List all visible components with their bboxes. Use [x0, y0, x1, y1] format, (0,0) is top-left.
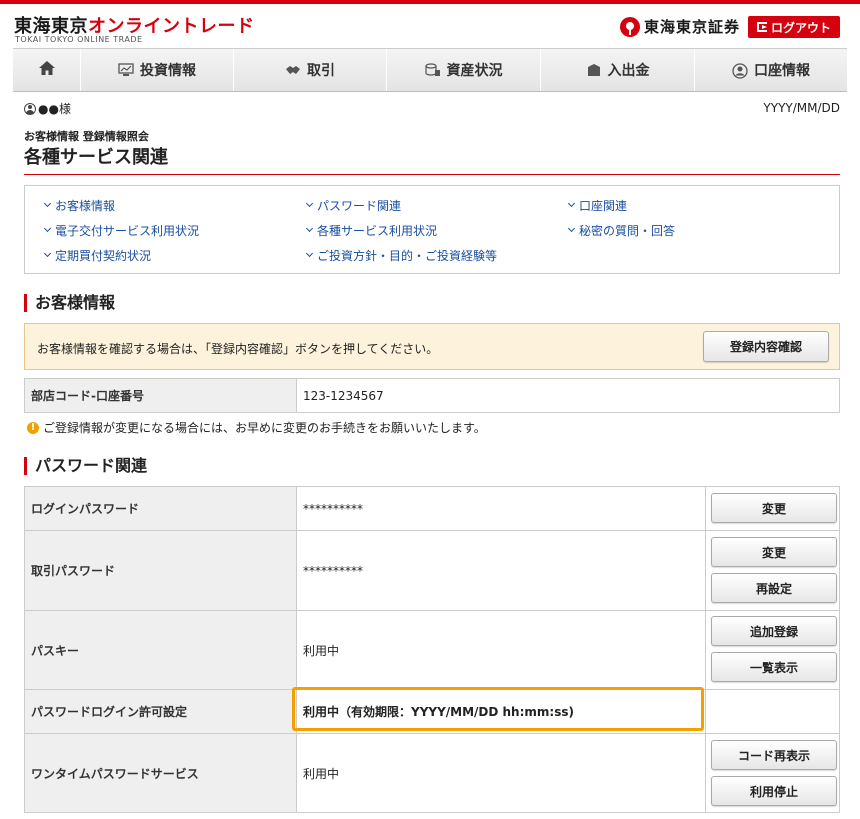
anchor-link-box: お客様情報 パスワード関連 口座関連 電子交付サービス利用状況 各種サービス利用…	[24, 185, 840, 274]
link-customer-info[interactable]: お客様情報	[44, 197, 115, 214]
nav-assets[interactable]: 資産状況	[387, 49, 541, 91]
table-row: 取引パスワード ********** 変更 再設定	[24, 530, 840, 610]
current-date: YYYY/MM/DD	[763, 101, 840, 115]
main-nav: 投資情報 取引 資産状況 入出金 口座情報	[13, 48, 847, 92]
chevron-down-icon	[306, 226, 314, 234]
chevron-down-icon	[44, 251, 52, 259]
notice-box: お客様情報を確認する場合は、「登録内容確認」ボタンを押してください。 登録内容確…	[24, 323, 840, 370]
chevron-down-icon	[568, 201, 576, 209]
nav-home[interactable]	[13, 49, 81, 91]
chart-monitor-icon	[118, 63, 134, 77]
account-table: 部店コード-口座番号 123-1234567	[24, 378, 840, 413]
chevron-down-icon	[44, 201, 52, 209]
page-title: 各種サービス関連	[24, 147, 168, 168]
passkey-add-button[interactable]: 追加登録	[711, 616, 837, 646]
chevron-down-icon	[568, 226, 576, 234]
passkey-list-button[interactable]: 一覧表示	[711, 652, 837, 682]
login-password-change-button[interactable]: 変更	[711, 493, 837, 523]
nav-deposit-withdrawal[interactable]: 入出金	[541, 49, 695, 91]
link-account[interactable]: 口座関連	[568, 197, 627, 214]
table-row: ワンタイムパスワードサービス 利用中 コード再表示 利用停止	[24, 733, 840, 813]
chevron-down-icon	[306, 201, 314, 209]
link-services[interactable]: 各種サービス利用状況	[306, 222, 437, 239]
chevron-down-icon	[306, 251, 314, 259]
otp-stop-button[interactable]: 利用停止	[711, 776, 837, 806]
breadcrumb: お客様情報 登録情報照会	[24, 130, 149, 143]
logout-button[interactable]: ログアウト	[748, 16, 840, 38]
brand-logo: 東海東京証券	[620, 16, 740, 37]
nav-investment-info[interactable]: 投資情報	[81, 49, 234, 91]
trade-password-reset-button[interactable]: 再設定	[711, 573, 837, 603]
link-e-delivery[interactable]: 電子交付サービス利用状況	[44, 222, 199, 239]
table-row: パスキー 利用中 追加登録 一覧表示	[24, 610, 840, 689]
section-heading-password: パスワード関連	[24, 457, 147, 475]
highlight-frame	[292, 687, 704, 731]
trade-password-change-button[interactable]: 変更	[711, 537, 837, 567]
account-label: 部店コード-口座番号	[24, 378, 297, 413]
link-regular-purchase[interactable]: 定期買付契約状況	[44, 247, 151, 264]
nav-account-info[interactable]: 口座情報	[695, 49, 847, 91]
otp-redisplay-button[interactable]: コード再表示	[711, 740, 837, 770]
user-icon	[24, 102, 36, 115]
user-circle-icon	[732, 63, 748, 79]
handshake-icon	[285, 63, 301, 77]
link-password[interactable]: パスワード関連	[306, 197, 401, 214]
site-logo-subtitle: TOKAI TOKYO ONLINE TRADE	[15, 35, 143, 44]
confirm-registration-button[interactable]: 登録内容確認	[703, 331, 829, 362]
header: 東海東京オンライントレード TOKAI TOKYO ONLINE TRADE 東…	[0, 4, 860, 48]
table-row: ログインパスワード ********** 変更	[24, 486, 840, 530]
brand-mark-icon	[620, 16, 640, 37]
change-warning: ! ご登録情報が変更になる場合には、お早めに変更のお手続きをお願いいたします。	[27, 419, 486, 436]
chevron-down-icon	[44, 226, 52, 234]
user-greeting: ●●様	[24, 100, 71, 117]
exclamation-icon: !	[27, 421, 39, 434]
nav-trade[interactable]: 取引	[234, 49, 387, 91]
wallet-icon	[586, 63, 602, 77]
account-value: 123-1234567	[296, 378, 840, 413]
home-icon	[38, 61, 55, 79]
link-secret-question[interactable]: 秘密の質問・回答	[568, 222, 675, 239]
section-heading-customer: お客様情報	[24, 294, 115, 312]
coins-icon	[424, 63, 441, 77]
table-row: 部店コード-口座番号 123-1234567	[24, 378, 840, 413]
logout-icon	[756, 22, 767, 32]
link-investment-policy[interactable]: ご投資方針・目的・ご投資経験等	[306, 247, 497, 264]
title-divider	[24, 174, 840, 175]
